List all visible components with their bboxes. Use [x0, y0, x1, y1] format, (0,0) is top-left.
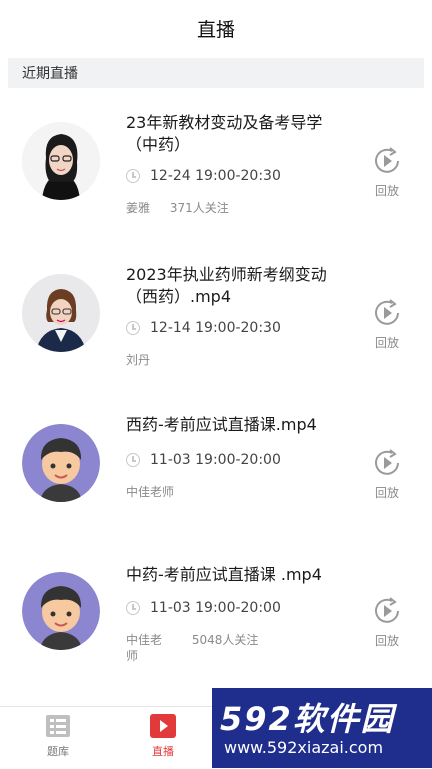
- live-title: 23年新教材变动及备考导学（中药）: [126, 113, 323, 154]
- watermark-brand: 592软件园: [220, 700, 395, 738]
- live-time-row: 12-24 19:00-20:30: [126, 168, 281, 184]
- replay-label: 回放: [374, 486, 399, 500]
- cartoon-boy-avatar-icon: [22, 424, 100, 502]
- replay-icon: [375, 147, 399, 173]
- replay-button[interactable]: 回放: [364, 146, 410, 199]
- teacher-name: 刘丹: [126, 353, 151, 367]
- tab-live[interactable]: 直播: [133, 713, 193, 759]
- tab-label: 直播: [152, 745, 174, 758]
- follow-count: 371人关注: [169, 201, 229, 215]
- live-list-item[interactable]: 23年新教材变动及备考导学（中药） 12-24 19:00-20:30 姜雅 3…: [0, 88, 432, 238]
- live-time-row: 12-14 19:00-20:30: [126, 320, 281, 336]
- replay-button[interactable]: 回放: [364, 596, 410, 649]
- watermark-url: www.592xiazai.com: [224, 738, 384, 757]
- replay-button[interactable]: 回放: [364, 298, 410, 351]
- live-meta: 刘丹: [126, 352, 276, 368]
- replay-label: 回放: [374, 184, 399, 198]
- page-header: 直播: [0, 0, 432, 56]
- replay-label: 回放: [374, 634, 399, 648]
- replay-label: 回放: [374, 336, 399, 350]
- teacher-avatar: [22, 572, 100, 650]
- live-time: 11-03 19:00-20:00: [150, 600, 281, 616]
- teacher-avatar: [22, 122, 100, 200]
- clock-icon: [126, 453, 140, 467]
- live-meta: 中佳老师: [126, 484, 176, 500]
- live-list-item[interactable]: 中药-考前应试直播课 .mp4 11-03 19:00-20:00 中佳老师 5…: [0, 538, 432, 688]
- replay-icon: [375, 299, 399, 325]
- tab-question-bank[interactable]: 题库: [28, 713, 88, 759]
- live-time: 12-14 19:00-20:30: [150, 320, 281, 336]
- replay-button[interactable]: 回放: [364, 448, 410, 501]
- live-meta: 中佳老师 5048人关注: [126, 632, 276, 664]
- question-bank-icon: [46, 715, 70, 737]
- teacher-name: 中佳老师: [126, 485, 175, 499]
- live-list-item[interactable]: 西药-考前应试直播课.mp4 11-03 19:00-20:00 中佳老师 回放: [0, 388, 432, 538]
- tab-label: 题库: [47, 745, 69, 758]
- replay-icon: [375, 449, 399, 475]
- replay-icon: [375, 597, 399, 623]
- cartoon-boy-avatar-icon: [22, 572, 100, 650]
- live-title: 2023年执业药师新考纲变动（西药）.mp4: [126, 265, 327, 306]
- teacher-avatar: [22, 274, 100, 352]
- teacher-avatar: [22, 424, 100, 502]
- clock-icon: [126, 601, 140, 615]
- section-header: 近期直播: [8, 58, 424, 88]
- section-title: 近期直播: [22, 66, 78, 82]
- live-time: 12-24 19:00-20:30: [150, 168, 281, 184]
- clock-icon: [126, 321, 140, 335]
- live-title: 中药-考前应试直播课 .mp4: [126, 565, 322, 584]
- follow-count: 5048人关注: [191, 633, 259, 647]
- teacher-photo-female-suit-icon: [22, 274, 100, 352]
- teacher-photo-female-glasses-icon: [22, 122, 100, 200]
- live-time-row: 11-03 19:00-20:00: [126, 600, 281, 616]
- clock-icon: [126, 169, 140, 183]
- teacher-name: 中佳老师: [126, 633, 163, 663]
- watermark-banner: 592软件园 www.592xiazai.com: [212, 688, 432, 768]
- page-title: 直播: [196, 18, 235, 41]
- live-time: 11-03 19:00-20:00: [150, 452, 281, 468]
- teacher-name: 姜雅: [126, 201, 151, 215]
- live-meta: 姜雅 371人关注: [126, 200, 276, 216]
- live-list-item[interactable]: 2023年执业药师新考纲变动（西药）.mp4 12-14 19:00-20:30…: [0, 238, 432, 388]
- live-title: 西药-考前应试直播课.mp4: [126, 415, 317, 434]
- live-time-row: 11-03 19:00-20:00: [126, 452, 281, 468]
- live-play-icon: [150, 714, 176, 738]
